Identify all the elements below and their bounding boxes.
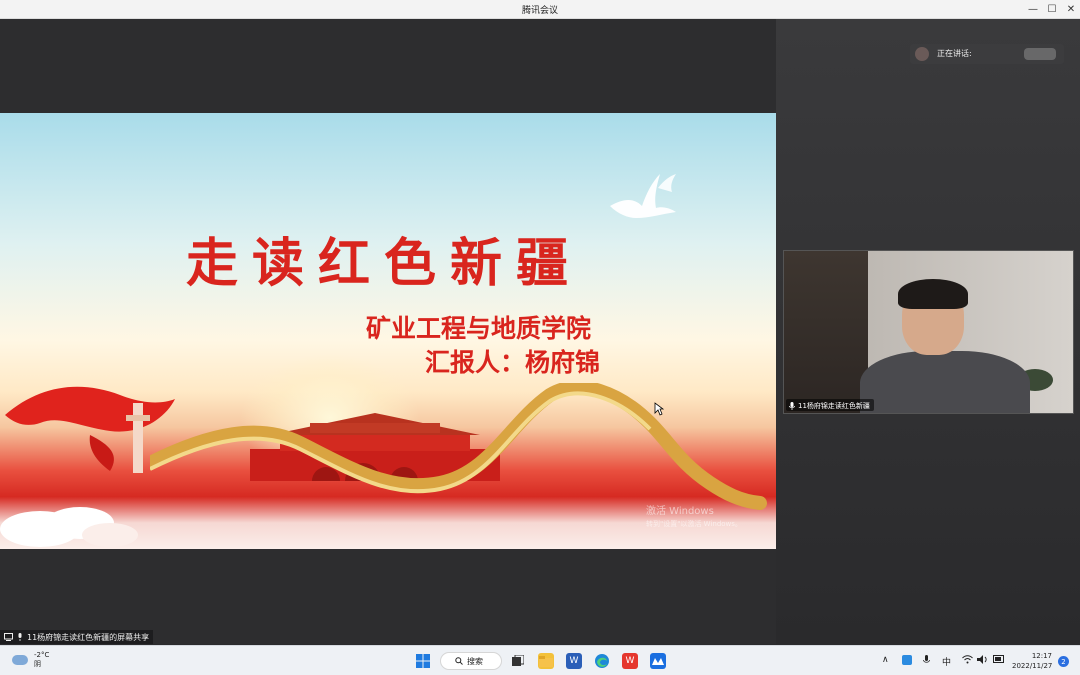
slide-title: 走读红色新疆 <box>186 233 583 294</box>
battery-icon[interactable] <box>993 655 1005 666</box>
participant-body <box>860 351 1030 413</box>
weather-description: 阴 <box>34 660 41 668</box>
window-title: 腾讯会议 <box>521 6 558 16</box>
tray-app-icon[interactable] <box>902 655 912 668</box>
word-icon[interactable]: W <box>566 653 582 669</box>
cloud-icon <box>12 655 28 665</box>
title-bar: 腾讯会议 — ☐ ✕ <box>0 0 1080 19</box>
participant-hair <box>898 279 968 309</box>
clock-time: 12:17 <box>1031 652 1052 660</box>
volume-icon[interactable] <box>977 655 988 667</box>
ime-indicator[interactable]: 中 <box>942 655 951 668</box>
search-label: 搜索 <box>467 656 483 666</box>
clock-date: 2022/11/27 <box>1012 662 1053 670</box>
slide-college: 矿业工程与地质学院 <box>366 314 592 343</box>
weather-widget[interactable]: -2°C 阴 <box>12 651 49 669</box>
speaking-label: 正在讲话: <box>937 49 972 58</box>
speaker-avatar <box>915 47 929 61</box>
dove-icon <box>610 174 676 218</box>
speaking-indicator: 正在讲话: <box>910 44 1064 64</box>
start-icon[interactable] <box>415 653 431 669</box>
notification-badge[interactable]: 2 <box>1058 656 1069 667</box>
weather-temperature: -2°C <box>34 651 50 659</box>
wps-office-icon[interactable]: W <box>622 653 638 669</box>
participant-name: 11杨府锦走读红色新疆 <box>798 401 870 410</box>
search-icon <box>455 657 463 665</box>
video-background-shelf <box>784 251 868 413</box>
watermark-line1: 激活 Windows <box>646 506 714 517</box>
chevron-up-icon[interactable]: ∧ <box>882 655 889 665</box>
windows-taskbar: -2°C 阴 搜索 W W ∧ 中 12:17 2022/11/27 2 <box>0 645 1080 675</box>
participant-name-tag: 11杨府锦走读红色新疆 <box>786 399 874 411</box>
shared-screen-area: 走读红色新疆 矿业工程与地质学院 汇报人：杨府锦 激活 Windows 转到"设… <box>0 19 776 644</box>
wifi-icon[interactable] <box>962 655 973 667</box>
activation-watermark: 激活 Windows 转到"设置"以激活 Windows。 <box>646 506 742 530</box>
cloud-decoration <box>0 507 138 547</box>
speaker-name-blurred <box>1024 48 1056 60</box>
edge-browser-icon[interactable] <box>594 653 610 669</box>
microphone-tray-icon[interactable] <box>923 655 930 668</box>
golden-ribbon-icon <box>150 383 767 510</box>
watermark-line2: 转到"设置"以激活 Windows。 <box>646 520 742 528</box>
slide-reporter: 汇报人：杨府锦 <box>425 348 601 377</box>
task-view-icon[interactable] <box>510 653 526 669</box>
close-button[interactable]: ✕ <box>1060 2 1080 16</box>
screen-share-status[interactable]: 11杨府锦走读红色新疆的屏幕共享 <box>0 630 154 644</box>
presentation-slide: 走读红色新疆 矿业工程与地质学院 汇报人：杨府锦 激活 Windows 转到"设… <box>0 113 776 549</box>
screen-share-icon <box>4 633 13 641</box>
microphone-icon <box>789 401 795 410</box>
share-status-text: 11杨府锦走读红色新疆的屏幕共享 <box>27 632 150 642</box>
participant-video-tile[interactable]: 11杨府锦走读红色新疆 <box>783 250 1074 414</box>
tencent-meeting-icon[interactable] <box>650 653 666 669</box>
microphone-icon <box>18 633 22 641</box>
mouse-cursor-icon <box>654 402 664 416</box>
file-explorer-icon[interactable] <box>538 653 554 669</box>
search-box[interactable]: 搜索 <box>440 652 502 670</box>
system-clock[interactable]: 12:17 2022/11/27 <box>1012 651 1052 671</box>
